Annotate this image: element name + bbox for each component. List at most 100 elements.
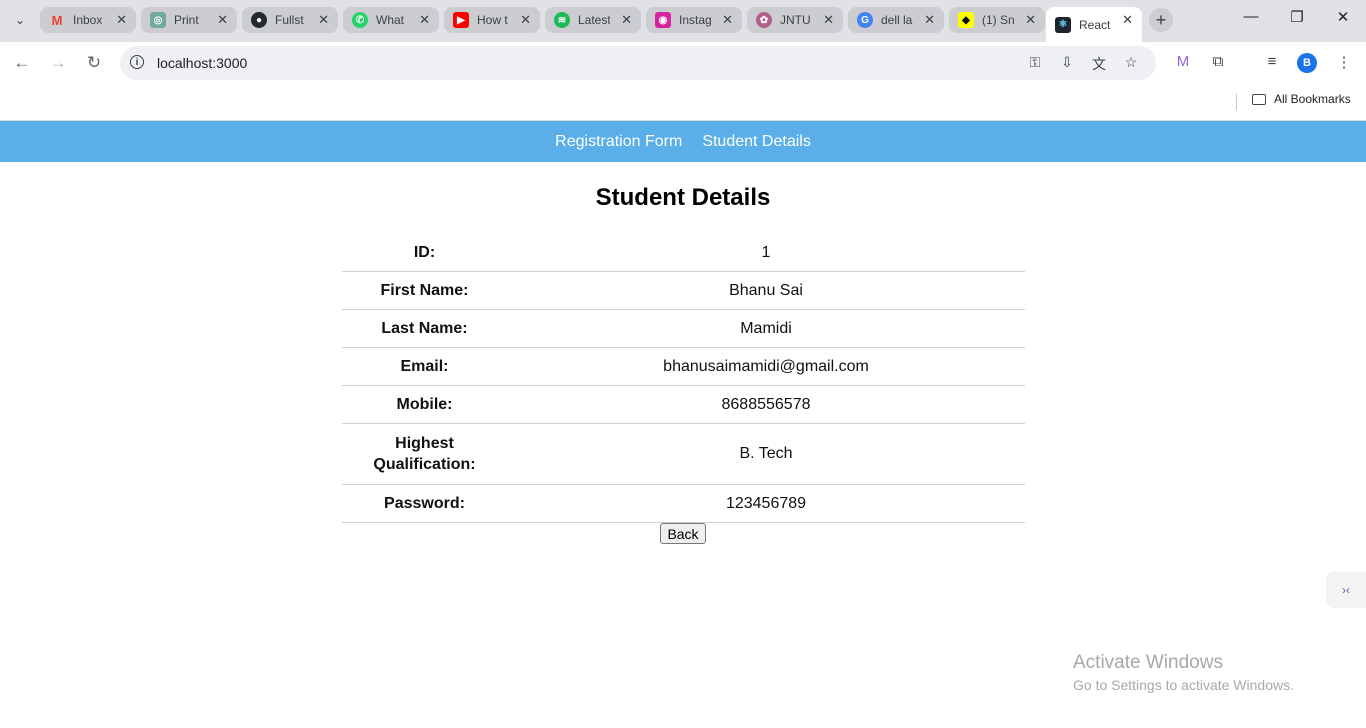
close-tab-icon[interactable]: ✕ — [1122, 12, 1133, 28]
gmail-icon: M — [51, 12, 63, 28]
reload-icon[interactable]: ↻ — [83, 53, 105, 73]
field-label: Email: — [342, 347, 507, 386]
site-info-icon[interactable]: i — [130, 55, 144, 69]
table-row: Mobile: 8688556578 — [342, 385, 1025, 424]
table-row: Last Name: Mamidi — [342, 309, 1025, 348]
table-row: Email: bhanusaimamidi@gmail.com — [342, 347, 1025, 386]
close-tab-icon[interactable]: ✕ — [419, 12, 430, 28]
tab-title: dell la — [881, 13, 913, 27]
field-label: Highest Qualification: — [342, 423, 507, 485]
media-control-icon[interactable]: ≡ — [1262, 53, 1282, 70]
browser-tab-3[interactable]: ✆ What ✕ — [343, 7, 439, 33]
browser-tab-2[interactable]: ● Fullst ✕ — [242, 7, 338, 33]
youtube-icon: ▶ — [453, 12, 469, 28]
tab-title: What — [376, 13, 405, 27]
browser-tab-1[interactable]: ◎ Print ✕ — [141, 7, 237, 33]
field-value: 1 — [507, 234, 1025, 272]
tab-title: (1) Sn — [982, 13, 1014, 27]
tab-search-chevron-icon[interactable]: ⌄ — [8, 8, 32, 32]
spotify-icon: ≋ — [554, 12, 570, 28]
tab-title: Print — [174, 13, 199, 27]
nav-link-registration-form[interactable]: Registration Form — [555, 133, 682, 151]
extensions-puzzle-icon[interactable]: ⧉ — [1208, 53, 1228, 70]
student-details-table: ID: 1 First Name: Bhanu Sai Last Name: M… — [342, 234, 1025, 523]
browser-toolbar: ← → ↻ i localhost:3000 ⚿ ⇩ 文 ☆ — [0, 42, 1366, 84]
forward-arrow-icon[interactable]: → — [47, 53, 69, 73]
bookmark-star-icon[interactable]: ☆ — [1122, 54, 1140, 71]
table-row: Password: 123456789 — [342, 484, 1025, 523]
field-value: Bhanu Sai — [507, 271, 1025, 310]
chatgpt-icon: ◎ — [150, 12, 166, 28]
back-arrow-icon[interactable]: ← — [11, 53, 33, 73]
browser-tab-8[interactable]: G dell la ✕ — [848, 7, 944, 33]
field-label: Last Name: — [342, 309, 507, 348]
browser-tab-0[interactable]: M Inbox ✕ — [40, 7, 136, 33]
tab-title: Instag — [679, 13, 711, 27]
url-text[interactable]: localhost:3000 — [157, 55, 247, 71]
field-value: bhanusaimamidi@gmail.com — [507, 347, 1025, 386]
tab-title: React — [1079, 17, 1111, 32]
close-tab-icon[interactable]: ✕ — [1025, 12, 1036, 28]
whatsapp-icon: ✆ — [352, 12, 368, 28]
watermark-subtitle: Go to Settings to activate Windows. — [1073, 677, 1294, 693]
field-value: 8688556578 — [507, 385, 1025, 424]
nav-link-student-details[interactable]: Student Details — [702, 133, 811, 151]
all-bookmarks-label: All Bookmarks — [1274, 92, 1351, 106]
extension-m-icon[interactable]: M — [1173, 53, 1193, 70]
address-bar[interactable]: i localhost:3000 ⚿ ⇩ 文 ☆ — [120, 46, 1156, 80]
field-label: Mobile: — [342, 385, 507, 424]
browser-tab-4[interactable]: ▶ How t ✕ — [444, 7, 540, 33]
menu-kebab-icon[interactable]: ⋮ — [1334, 53, 1354, 71]
browser-tab-5[interactable]: ≋ Latest ✕ — [545, 7, 641, 33]
tab-title: Latest — [578, 13, 610, 27]
close-tab-icon[interactable]: ✕ — [116, 12, 127, 28]
back-button[interactable]: Back — [660, 523, 706, 544]
folder-icon — [1252, 93, 1266, 105]
watermark-title: Activate Windows — [1073, 652, 1223, 673]
google-icon: G — [857, 12, 873, 28]
profile-avatar[interactable]: B — [1297, 53, 1317, 73]
password-key-icon[interactable]: ⚿ — [1026, 54, 1044, 71]
browser-tab-7[interactable]: ✿ JNTU ✕ — [747, 7, 843, 33]
react-icon: ⚛ — [1055, 16, 1071, 33]
field-value: Mamidi — [507, 309, 1025, 348]
browser-tab-active[interactable]: ⚛ React ✕ — [1046, 7, 1142, 42]
field-label: First Name: — [342, 271, 507, 310]
all-bookmarks-button[interactable]: All Bookmarks — [1252, 92, 1351, 106]
bookmarks-divider — [1236, 94, 1237, 110]
table-row: ID: 1 — [342, 234, 1025, 272]
bookmarks-bar: All Bookmarks — [0, 84, 1366, 121]
browser-tab-bar: ⌄ M Inbox ✕ ◎ Print ✕ ● Fullst ✕ ✆ What … — [0, 0, 1366, 42]
close-tab-icon[interactable]: ✕ — [924, 12, 935, 28]
site-navbar: Registration Form Student Details — [0, 121, 1366, 162]
tab-title: How t — [477, 13, 508, 27]
side-panel-widget-icon[interactable]: ›‹ — [1326, 572, 1366, 608]
github-icon: ● — [251, 12, 267, 28]
close-tab-icon[interactable]: ✕ — [722, 12, 733, 28]
close-window-icon[interactable]: ✕ — [1331, 8, 1355, 26]
table-row: Highest Qualification: B. Tech — [342, 423, 1025, 485]
snapchat-icon: ◆ — [958, 12, 974, 28]
field-label: ID: — [342, 234, 507, 272]
close-tab-icon[interactable]: ✕ — [318, 12, 329, 28]
tab-title: Inbox — [73, 13, 103, 27]
minimize-icon[interactable]: — — [1239, 8, 1263, 25]
install-app-icon[interactable]: ⇩ — [1058, 54, 1076, 71]
field-value: 123456789 — [507, 484, 1025, 523]
page-title: Student Details — [595, 184, 771, 211]
browser-tab-6[interactable]: ◉ Instag ✕ — [646, 7, 742, 33]
close-tab-icon[interactable]: ✕ — [520, 12, 531, 28]
close-tab-icon[interactable]: ✕ — [621, 12, 632, 28]
browser-tab-9[interactable]: ◆ (1) Sn ✕ — [949, 7, 1045, 33]
close-tab-icon[interactable]: ✕ — [217, 12, 228, 28]
close-tab-icon[interactable]: ✕ — [823, 12, 834, 28]
tab-title: Fullst — [275, 13, 304, 27]
field-label-text: Highest Qualification: — [373, 435, 476, 473]
translate-icon[interactable]: 文 — [1090, 54, 1108, 74]
restore-icon[interactable]: ❐ — [1285, 8, 1309, 26]
new-tab-button[interactable]: + — [1149, 8, 1173, 32]
windows-activation-watermark: Activate Windows Go to Settings to activ… — [1073, 652, 1294, 693]
tab-title: JNTU — [780, 13, 811, 27]
instagram-icon: ◉ — [655, 12, 671, 28]
jntu-icon: ✿ — [756, 12, 772, 28]
